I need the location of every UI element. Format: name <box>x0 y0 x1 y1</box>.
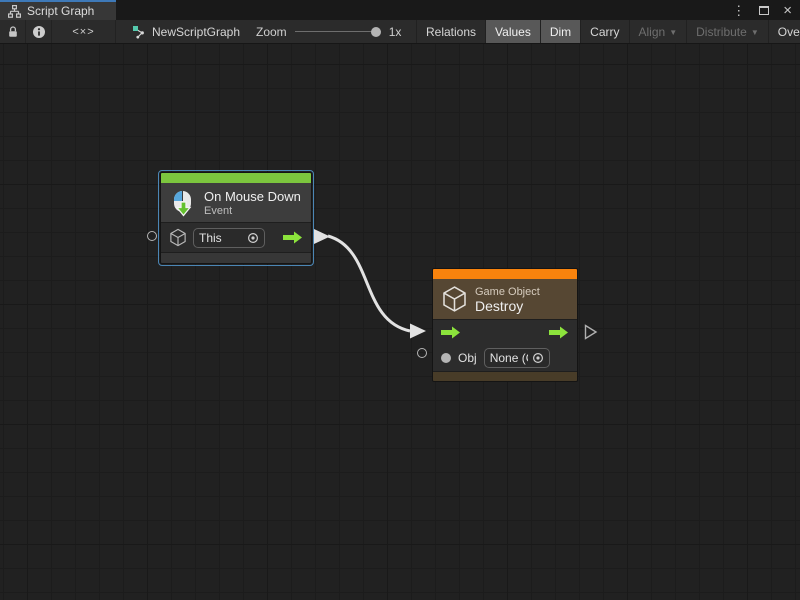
game-object-cube-icon <box>441 285 468 313</box>
destroy-flow-output-outer-port[interactable] <box>584 324 598 340</box>
overview-button[interactable]: Overview <box>768 20 800 43</box>
obj-value-field[interactable]: None (O <box>484 348 550 368</box>
destroy-node-body: Obj None (O <box>433 319 577 371</box>
event-node-body: This <box>161 222 311 252</box>
wire-start-arrow-icon <box>314 229 330 244</box>
zoom-control: Zoom 1x <box>244 20 416 43</box>
graph-asset[interactable]: NewScriptGraph <box>116 20 244 43</box>
dim-label: Dim <box>550 25 571 39</box>
object-picker-icon[interactable] <box>247 232 259 244</box>
obj-label: Obj <box>458 351 477 365</box>
event-target-input-port[interactable] <box>147 231 157 241</box>
destroy-obj-input-port[interactable] <box>417 348 427 358</box>
obj-value: None (O <box>490 351 528 365</box>
graph-canvas[interactable]: On Mouse Down Event This <box>0 44 800 600</box>
destroy-node-category: Game Object <box>475 286 540 298</box>
values-button[interactable]: Values <box>485 20 540 43</box>
event-node-accent <box>161 173 311 183</box>
window-controls: ⋮ × <box>732 0 800 20</box>
zoom-value: 1x <box>389 25 402 39</box>
dim-button[interactable]: Dim <box>540 20 580 43</box>
node-destroy[interactable]: Game Object Destroy Obj No <box>432 268 578 382</box>
carry-label: Carry <box>590 25 619 39</box>
mouse-down-event-icon <box>169 189 197 217</box>
game-object-cube-icon <box>169 228 187 247</box>
tab-script-graph[interactable]: Script Graph <box>0 0 116 20</box>
flow-input-port[interactable] <box>441 326 461 339</box>
info-button[interactable] <box>26 20 52 43</box>
destroy-node-accent <box>433 269 577 279</box>
flow-output-port[interactable] <box>283 231 303 244</box>
code-view-button[interactable]: <×> <box>52 20 116 43</box>
distribute-dropdown[interactable]: Distribute ▼ <box>686 20 768 43</box>
node-on-mouse-down[interactable]: On Mouse Down Event This <box>160 172 312 264</box>
flow-output-port[interactable] <box>549 326 569 339</box>
info-icon <box>32 25 46 39</box>
distribute-label: Distribute <box>696 25 747 39</box>
script-graph-tab-icon <box>8 5 21 18</box>
destroy-obj-row: Obj None (O <box>433 345 577 371</box>
values-label: Values <box>495 25 531 39</box>
tab-bar: Script Graph ⋮ × <box>0 0 800 20</box>
destroy-node-title: Destroy <box>475 298 540 314</box>
graph-toolbar: <×> NewScriptGraph Zoom 1x Relations Val… <box>0 20 800 44</box>
event-target-row: This <box>161 223 311 252</box>
event-node-footer <box>161 252 311 263</box>
graph-asset-icon <box>132 25 146 39</box>
wire-end-arrow-icon <box>410 324 426 339</box>
event-node-title: On Mouse Down <box>204 189 301 204</box>
zoom-slider-track <box>295 31 381 32</box>
unity-script-graph-window: Script Graph ⋮ × <×> <box>0 0 800 600</box>
target-value: This <box>199 231 222 245</box>
destroy-flow-row <box>433 320 577 345</box>
zoom-label: Zoom <box>256 25 287 39</box>
wire-layer <box>0 44 800 600</box>
target-value-field[interactable]: This <box>193 228 265 248</box>
tab-title: Script Graph <box>27 4 94 18</box>
chevron-down-icon: ▼ <box>669 28 677 37</box>
zoom-slider-handle[interactable] <box>371 27 381 37</box>
destroy-node-titles: Game Object Destroy <box>475 285 540 314</box>
event-node-titles: On Mouse Down Event <box>204 189 301 217</box>
align-label: Align <box>639 25 666 39</box>
destroy-node-header: Game Object Destroy <box>433 279 577 319</box>
flow-wire[interactable] <box>328 236 410 331</box>
relations-button[interactable]: Relations <box>416 20 485 43</box>
maximize-icon[interactable] <box>759 6 769 15</box>
destroy-node-footer <box>433 371 577 381</box>
zoom-slider[interactable] <box>295 25 381 39</box>
event-node-subtitle: Event <box>204 205 301 217</box>
obj-value-dot-icon <box>441 353 451 363</box>
object-picker-icon[interactable] <box>532 352 544 364</box>
chevron-down-icon: ▼ <box>751 28 759 37</box>
close-icon[interactable]: × <box>783 3 792 18</box>
menu-dots-icon[interactable]: ⋮ <box>732 4 745 17</box>
lock-button[interactable] <box>0 20 26 43</box>
graph-name-label: NewScriptGraph <box>152 25 240 39</box>
align-dropdown[interactable]: Align ▼ <box>629 20 687 43</box>
carry-button[interactable]: Carry <box>580 20 628 43</box>
event-node-header: On Mouse Down Event <box>161 183 311 222</box>
lock-icon <box>6 25 20 39</box>
relations-label: Relations <box>426 25 476 39</box>
overview-label: Overview <box>778 25 800 39</box>
